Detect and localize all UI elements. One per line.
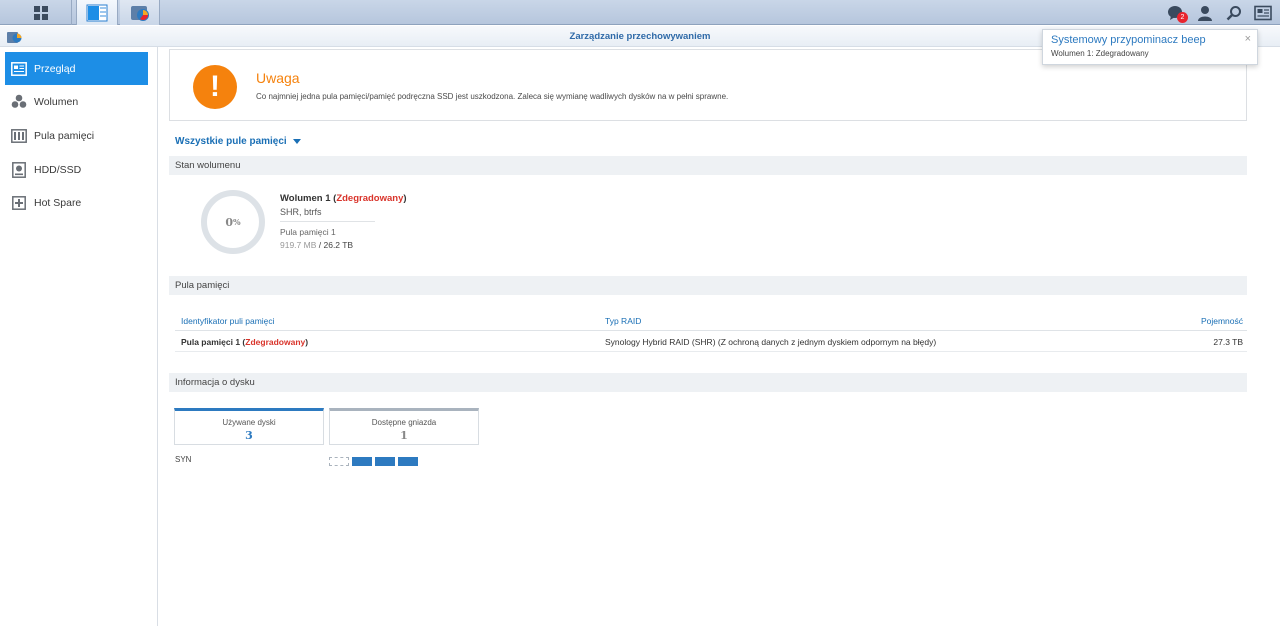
storage-pool-filter-label: Wszystkie pule pamięci <box>175 136 287 147</box>
volume-status-header: Stan wolumenu <box>169 156 1247 175</box>
volume-pool: Pula pamięci 1 <box>280 227 336 237</box>
search-icon <box>1226 5 1241 20</box>
volume-icon <box>11 94 27 110</box>
used-disks-tab[interactable]: Używane dyski 3 <box>174 408 324 445</box>
sidebar-item-storage-pool[interactable]: Pula pamięci <box>5 119 148 152</box>
storage-pool-icon <box>11 128 27 144</box>
pool-id-text: Pula pamięci 1 <box>181 337 241 347</box>
sidebar-item-volume[interactable]: Wolumen <box>5 85 148 118</box>
pool-status-badge: Zdegradowany <box>245 337 306 347</box>
disk-slot-used[interactable] <box>375 457 395 466</box>
disk-info-header: Informacja o dysku <box>169 373 1247 392</box>
sidebar-item-hdd-ssd[interactable]: HDD/SSD <box>5 153 148 186</box>
pool-id-cell: Pula pamięci 1 (Zdegradowany) <box>181 337 309 347</box>
sidebar-item-overview[interactable]: Przegląd <box>5 52 148 85</box>
storage-manager-icon <box>86 4 108 21</box>
sidebar-item-label: Pula pamięci <box>34 129 95 142</box>
volume-used: 919.7 MB <box>280 240 317 250</box>
volume-capacity: 919.7 MB / 26.2 TB <box>280 240 353 250</box>
user-icon <box>1197 5 1212 21</box>
overview-icon <box>11 61 27 77</box>
pool-raid-cell: Synology Hybrid RAID (SHR) (Z ochroną da… <box>605 337 937 347</box>
disk-slot-used[interactable] <box>398 457 418 466</box>
main-menu-button[interactable] <box>10 0 72 25</box>
volume-divider <box>280 221 375 222</box>
volume-status-badge: Zdegradowany <box>336 193 404 204</box>
widgets-icon <box>1253 5 1272 20</box>
taskbar-tray: 2 <box>1166 0 1272 25</box>
sidebar-item-label: Przegląd <box>34 62 76 75</box>
hot-spare-icon <box>11 195 27 211</box>
table-row[interactable]: Pula pamięci 1 (Zdegradowany) Synology H… <box>175 332 1247 352</box>
volume-usage-ring: 0% <box>201 190 265 254</box>
warning-title: Uwaga <box>256 70 300 86</box>
volume-name[interactable]: Wolumen 1 (Zdegradowany) <box>280 193 407 204</box>
notification-popup[interactable]: Systemowy przypominacz beep Wolumen 1: Z… <box>1042 29 1258 65</box>
column-header-capacity[interactable]: Pojemność <box>1201 316 1243 326</box>
notification-button[interactable]: 2 <box>1166 3 1188 23</box>
warning-message: Co najmniej jedna pula pamięci/pamięć po… <box>256 92 729 101</box>
taskbar-app-storage-manager[interactable] <box>76 0 118 25</box>
available-slots-count: 1 <box>400 429 408 442</box>
column-header-raid-type[interactable]: Typ RAID <box>605 316 641 326</box>
used-disks-label: Używane dyski <box>222 418 276 427</box>
user-button[interactable] <box>1195 3 1214 22</box>
sidebar-item-label: Hot Spare <box>34 196 82 209</box>
available-slots-tab[interactable]: Dostępne gniazda 1 <box>329 408 479 445</box>
disk-slot-empty[interactable] <box>329 457 349 466</box>
available-slots-label: Dostępne gniazda <box>371 418 437 427</box>
sidebar: Przegląd Wolumen Pula pamięci HDD/SSD Ho… <box>0 47 158 626</box>
storage-pool-header: Pula pamięci <box>169 276 1247 295</box>
main-content: ! Uwaga Co najmniej jedna pula pamięci/p… <box>159 47 1280 626</box>
sidebar-item-label: Wolumen <box>34 95 79 108</box>
volume-name-text: Wolumen 1 <box>280 193 331 204</box>
app-icon <box>130 5 149 21</box>
taskbar-app-2[interactable] <box>120 0 160 25</box>
used-disks-count: 3 <box>245 429 253 442</box>
pool-capacity-cell: 27.3 TB <box>1213 337 1243 347</box>
warning-icon: ! <box>193 65 237 109</box>
storage-pool-table-header: Identyfikator puli pamięci Typ RAID Poje… <box>175 311 1247 331</box>
volume-usage-value: 0 <box>225 215 234 229</box>
taskbar: 2 <box>0 0 1280 25</box>
notification-title: Systemowy przypominacz beep <box>1051 34 1206 46</box>
main-menu-icon <box>33 5 48 20</box>
sidebar-item-label: HDD/SSD <box>34 163 82 176</box>
volume-usage-unit: % <box>233 217 241 227</box>
dsm-desktop: 2 Zarządzanie przechowywaniem Przegląd W… <box>0 0 1280 626</box>
disk-slot-used[interactable] <box>352 457 372 466</box>
notification-count-badge: 2 <box>1177 12 1188 23</box>
storage-pool-filter-dropdown[interactable]: Wszystkie pule pamięci <box>175 136 301 147</box>
hdd-icon <box>11 161 27 178</box>
chevron-down-icon <box>292 139 301 144</box>
close-icon[interactable]: × <box>1245 33 1251 45</box>
search-button[interactable] <box>1224 3 1243 22</box>
volume-type: SHR, btrfs <box>280 207 322 217</box>
device-label: SYN <box>175 455 192 464</box>
volume-total: 26.2 TB <box>323 240 354 250</box>
widgets-button[interactable] <box>1253 3 1272 22</box>
sidebar-item-hot-spare[interactable]: Hot Spare <box>5 186 148 219</box>
column-header-pool-id[interactable]: Identyfikator puli pamięci <box>181 316 275 326</box>
notification-message: Wolumen 1: Zdegradowany <box>1051 49 1149 58</box>
